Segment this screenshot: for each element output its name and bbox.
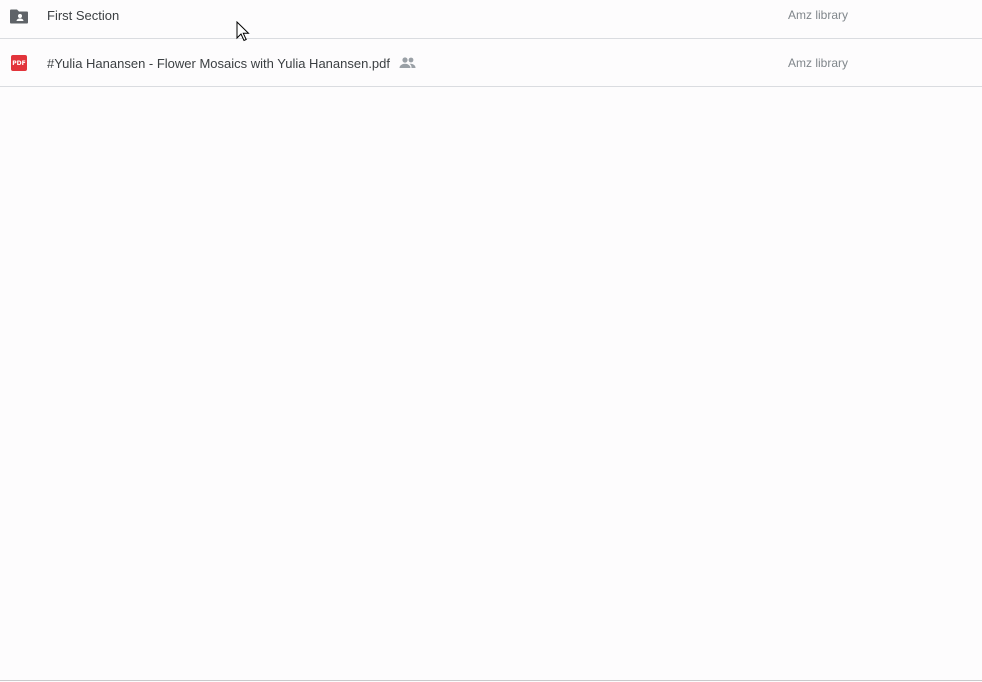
file-row-first-section[interactable]: First Section Amz library: [0, 0, 982, 39]
file-location: Amz library: [788, 8, 849, 22]
people-icon: [399, 56, 416, 68]
pdf-icon-label: PDF: [11, 55, 27, 71]
file-name: #Yulia Hanansen - Flower Mosaics with Yu…: [47, 56, 391, 71]
pdf-icon: PDF: [9, 53, 29, 73]
file-list: First Section Amz library PDF #Yulia Han…: [0, 0, 982, 87]
shared-folder-icon: [9, 6, 29, 26]
file-location: Amz library: [788, 56, 849, 70]
file-name: First Section: [47, 8, 120, 23]
file-row-pdf[interactable]: PDF #Yulia Hanansen - Flower Mosaics wit…: [0, 39, 982, 87]
bottom-divider: [0, 680, 982, 681]
